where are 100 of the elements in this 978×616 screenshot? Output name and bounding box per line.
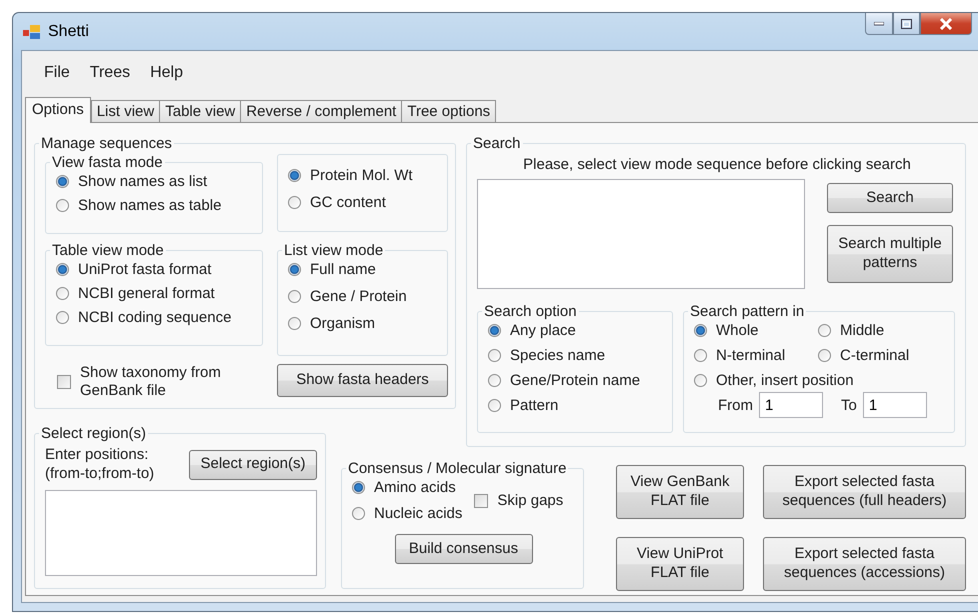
from-label: From — [718, 396, 753, 414]
radio-label: Amino acids — [374, 479, 456, 496]
search-button[interactable]: Search — [827, 183, 953, 213]
radio-label: C-terminal — [840, 347, 910, 364]
radio-button[interactable] — [288, 317, 301, 330]
radio-label: GC content — [310, 194, 386, 211]
view-genbank-button[interactable]: View GenBank FLAT file — [616, 465, 744, 519]
tab[interactable]: Options — [25, 97, 91, 123]
radio-option[interactable]: Gene/Protein name — [488, 372, 664, 389]
tab[interactable]: Reverse / complement — [240, 100, 402, 123]
tab[interactable]: Table view — [159, 100, 242, 123]
menu-item[interactable]: Trees — [82, 60, 138, 86]
radio-option[interactable]: N-terminal — [694, 347, 818, 364]
radio-button[interactable] — [56, 199, 69, 212]
radio-button[interactable] — [488, 374, 501, 387]
radio-option[interactable]: NCBI coding sequence — [56, 309, 254, 326]
positions-field[interactable] — [45, 490, 317, 576]
radio-option[interactable]: Gene / Protein — [288, 288, 439, 305]
radio-label: Whole — [716, 322, 759, 339]
checkbox-label: Show taxonomy from GenBank file — [80, 364, 222, 400]
export-accessions-button[interactable]: Export selected fasta sequences (accessions) — [763, 537, 966, 591]
search-multiple-button[interactable]: Search multiple patterns — [827, 225, 953, 283]
radio-label: NCBI general format — [78, 285, 215, 302]
export-full-headers-button[interactable]: Export selected fasta sequences (full headers) — [763, 465, 966, 519]
radio-option[interactable]: NCBI general format — [56, 285, 254, 302]
radio-option[interactable]: Other, insert position — [694, 372, 946, 389]
radio-button[interactable] — [56, 311, 69, 324]
radio-button[interactable] — [288, 290, 301, 303]
tab[interactable]: Tree options — [401, 100, 496, 123]
close-icon — [939, 18, 953, 30]
group-title: Consensus / Molecular signature — [347, 460, 568, 477]
group-title: Search option — [483, 303, 578, 320]
radio-button[interactable] — [488, 349, 501, 362]
view-uniprot-button[interactable]: View UniProt FLAT file — [616, 537, 744, 591]
window-title: Shetti — [48, 22, 90, 40]
checkbox-option[interactable]: Skip gaps — [474, 492, 564, 510]
radio-label: Gene/Protein name — [510, 372, 640, 389]
minimize-button[interactable] — [865, 13, 893, 35]
radio-label: Pattern — [510, 397, 558, 414]
radio-option[interactable]: Middle — [818, 322, 946, 339]
checkbox-option[interactable]: Show taxonomy from GenBank file — [57, 364, 263, 400]
radio-button[interactable] — [694, 324, 707, 337]
radio-label: UniProt fasta format — [78, 261, 212, 278]
maximize-button[interactable] — [893, 13, 920, 35]
radio-option[interactable]: Amino acids — [352, 479, 462, 496]
radio-button[interactable] — [694, 349, 707, 362]
search-pattern-field[interactable] — [477, 179, 805, 289]
from-field[interactable]: 1 — [759, 392, 823, 418]
to-label: To — [841, 396, 857, 414]
radio-label: Nucleic acids — [374, 505, 462, 522]
radio-button[interactable] — [288, 196, 301, 209]
radio-button[interactable] — [488, 324, 501, 337]
radio-label: NCBI coding sequence — [78, 309, 232, 326]
radio-button[interactable] — [288, 169, 301, 182]
radio-option[interactable]: Show names as list — [56, 173, 254, 190]
close-button[interactable] — [920, 13, 972, 35]
radio-label: Protein Mol. Wt — [310, 167, 413, 184]
group-title: List view mode — [283, 242, 384, 259]
radio-option[interactable]: Species name — [488, 347, 664, 364]
checkbox[interactable] — [57, 375, 71, 389]
radio-label: Show names as list — [78, 173, 208, 190]
group-title: Search pattern in — [689, 303, 806, 320]
radio-option[interactable]: C-terminal — [818, 347, 946, 364]
radio-option[interactable]: Organism — [288, 315, 439, 332]
radio-option[interactable]: Show names as table — [56, 197, 254, 214]
tab[interactable]: List view — [90, 100, 160, 123]
radio-label: Organism — [310, 315, 376, 332]
show-fasta-headers-button[interactable]: Show fasta headers — [277, 364, 448, 397]
minimize-icon — [874, 22, 884, 26]
radio-option[interactable]: Any place — [488, 322, 664, 339]
positions-hint: Enter positions: (from-to;from-to) — [45, 446, 156, 484]
menu-item[interactable]: File — [36, 60, 78, 86]
radio-button[interactable] — [56, 175, 69, 188]
select-region-button[interactable]: Select region(s) — [189, 450, 317, 480]
radio-button[interactable] — [818, 349, 831, 362]
radio-button[interactable] — [352, 481, 365, 494]
radio-option[interactable]: Protein Mol. Wt — [288, 167, 439, 184]
radio-button[interactable] — [694, 374, 707, 387]
radio-button[interactable] — [56, 287, 69, 300]
menu-item[interactable]: Help — [142, 60, 191, 86]
radio-option[interactable]: Nucleic acids — [352, 505, 462, 522]
radio-label: Gene / Protein — [310, 288, 407, 305]
radio-button[interactable] — [488, 399, 501, 412]
radio-option[interactable]: Whole — [694, 322, 818, 339]
radio-label: Other, insert position — [716, 372, 854, 389]
radio-button[interactable] — [818, 324, 831, 337]
app-icon — [23, 24, 41, 40]
to-field[interactable]: 1 — [862, 392, 927, 418]
radio-option[interactable]: GC content — [288, 194, 439, 211]
radio-label: Middle — [840, 322, 884, 339]
checkbox[interactable] — [474, 494, 488, 508]
build-consensus-button[interactable]: Build consensus — [394, 534, 532, 564]
radio-button[interactable] — [56, 263, 69, 276]
radio-option[interactable]: Pattern — [488, 397, 664, 414]
radio-button[interactable] — [352, 507, 365, 520]
radio-option[interactable]: Full name — [288, 261, 439, 278]
radio-button[interactable] — [288, 263, 301, 276]
group-title: Select region(s) — [40, 425, 148, 442]
radio-label: Species name — [510, 347, 606, 364]
radio-option[interactable]: UniProt fasta format — [56, 261, 254, 278]
